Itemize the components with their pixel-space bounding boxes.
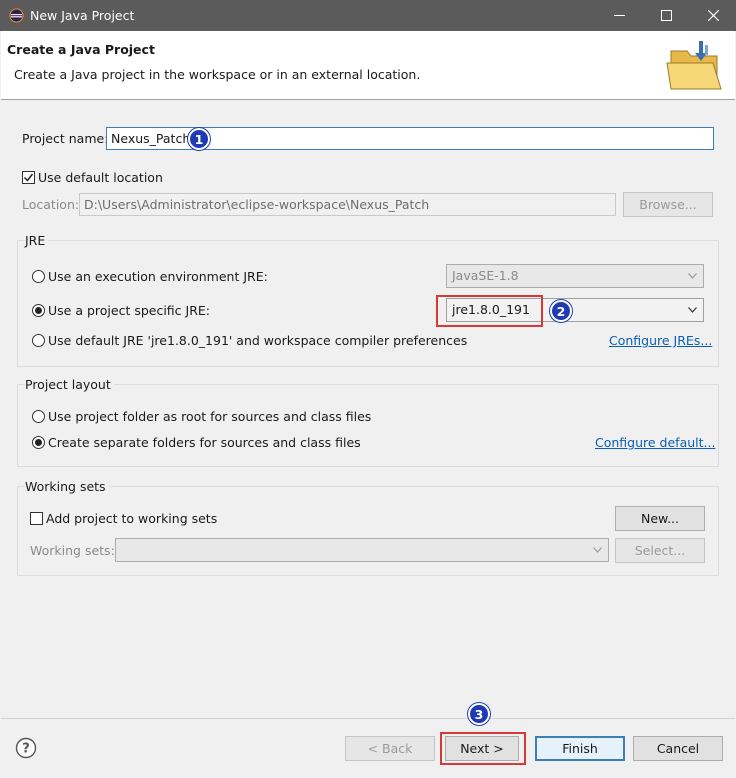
- highlight-box-jre: [436, 295, 543, 327]
- footer-separator: [1, 718, 735, 719]
- use-default-location-checkbox[interactable]: [22, 171, 35, 184]
- jre-specific-label: Use a project specific JRE:: [48, 303, 210, 318]
- finish-button[interactable]: Finish: [535, 736, 625, 761]
- chevron-down-icon: [688, 273, 697, 279]
- working-sets-group-title: Working sets: [25, 479, 109, 494]
- wizard-header: Create a Java Project Create a Java proj…: [1, 31, 735, 100]
- new-project-folder-icon: [666, 41, 722, 90]
- close-button[interactable]: [690, 0, 736, 31]
- highlight-box-next: [440, 732, 526, 765]
- annotation-badge-1: 1: [188, 128, 210, 150]
- layout-root-label: Use project folder as root for sources a…: [48, 409, 372, 424]
- checkmark-icon: [23, 173, 34, 182]
- help-button[interactable]: ?: [15, 737, 37, 759]
- location-input[interactable]: D:\Users\Administrator\eclipse-workspace…: [79, 193, 616, 216]
- new-working-set-button[interactable]: New...: [615, 506, 705, 531]
- minimize-icon: [613, 15, 625, 16]
- jre-env-select[interactable]: JavaSE-1.8: [446, 264, 704, 288]
- layout-separate-label: Create separate folders for sources and …: [48, 435, 361, 450]
- close-icon: [707, 10, 719, 21]
- jre-env-radio[interactable]: [32, 270, 45, 283]
- select-working-sets-button[interactable]: Select...: [615, 538, 705, 563]
- configure-jres-link[interactable]: Configure JREs...: [609, 333, 712, 348]
- window-title: New Java Project: [30, 8, 135, 23]
- maximize-button[interactable]: [643, 0, 689, 31]
- annotation-badge-2: 2: [550, 300, 572, 322]
- help-icon: ?: [15, 737, 37, 759]
- jre-env-value: JavaSE-1.8: [452, 268, 519, 283]
- project-layout-group-title: Project layout: [25, 377, 114, 392]
- project-name-label: Project name:: [22, 131, 109, 146]
- use-default-location-label: Use default location: [38, 170, 163, 185]
- chevron-down-icon: [593, 547, 602, 553]
- title-bar[interactable]: New Java Project: [0, 0, 736, 31]
- eclipse-icon: [9, 8, 24, 23]
- working-sets-select[interactable]: [115, 538, 609, 562]
- jre-default-label: Use default JRE 'jre1.8.0_191' and works…: [48, 333, 468, 348]
- project-layout-group: [17, 384, 719, 467]
- browse-button[interactable]: Browse...: [623, 192, 713, 217]
- jre-default-radio[interactable]: [32, 334, 45, 347]
- location-label: Location:: [22, 197, 80, 212]
- jre-group-title: JRE: [25, 233, 49, 248]
- layout-separate-radio[interactable]: [32, 436, 45, 449]
- working-sets-label: Working sets:: [30, 543, 115, 558]
- wizard-title: Create a Java Project: [7, 42, 155, 57]
- wizard-description: Create a Java project in the workspace o…: [14, 67, 421, 82]
- back-button[interactable]: < Back: [345, 736, 435, 761]
- svg-text:?: ?: [22, 742, 30, 757]
- jre-env-label: Use an execution environment JRE:: [48, 269, 268, 284]
- cancel-button[interactable]: Cancel: [633, 736, 723, 761]
- configure-default-link[interactable]: Configure default...: [595, 435, 715, 450]
- annotation-badge-3: 3: [468, 703, 490, 725]
- chevron-down-icon: [688, 307, 697, 313]
- working-sets-group: [17, 486, 719, 576]
- add-to-working-sets-label: Add project to working sets: [46, 511, 218, 526]
- jre-specific-radio[interactable]: [32, 304, 45, 317]
- minimize-button[interactable]: [596, 0, 642, 31]
- layout-root-radio[interactable]: [32, 410, 45, 423]
- add-to-working-sets-checkbox[interactable]: [30, 512, 43, 525]
- maximize-icon: [660, 10, 672, 21]
